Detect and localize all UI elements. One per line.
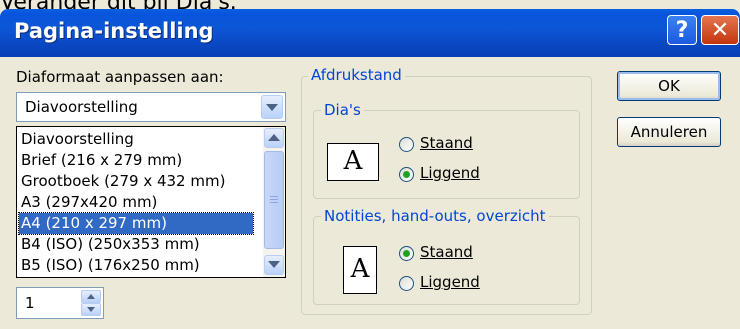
list-item[interactable]: Diavoorstelling — [19, 129, 253, 150]
spin-up-button[interactable] — [81, 290, 101, 303]
notes-landscape-label: Liggend — [420, 273, 480, 291]
landscape-page-icon: A — [327, 143, 379, 181]
radio-slides-landscape[interactable] — [399, 167, 414, 182]
slides-group-label: Dia's — [321, 101, 364, 119]
radio-notes-portrait[interactable] — [399, 246, 414, 261]
slide-size-combobox[interactable]: Diavoorstelling — [16, 92, 286, 122]
slides-landscape-label: Liggend — [420, 164, 480, 182]
chevron-down-icon — [266, 104, 278, 111]
spin-down-button[interactable] — [81, 303, 101, 316]
list-item[interactable]: A3 (297x420 mm) — [19, 192, 253, 213]
chevron-up-icon — [268, 134, 280, 141]
combo-value: Diavoorstelling — [25, 98, 138, 116]
combo-dropdown-button[interactable] — [261, 95, 283, 119]
chevron-down-icon — [268, 261, 280, 268]
spinner-value: 1 — [25, 294, 35, 312]
list-item[interactable]: Grootboek (279 x 432 mm) — [19, 171, 253, 192]
scroll-thumb[interactable] — [264, 151, 284, 249]
notes-group-label: Notities, hand-outs, overzicht — [321, 207, 549, 225]
radio-slides-portrait[interactable] — [399, 137, 414, 152]
scroll-up-button[interactable] — [264, 128, 284, 148]
grip-line — [270, 196, 278, 197]
help-icon: ? — [675, 18, 689, 43]
list-scrollbar[interactable] — [263, 127, 285, 277]
window-title: Pagina-instelling — [14, 19, 214, 43]
cancel-button[interactable]: Annuleren — [617, 117, 721, 147]
ok-button[interactable]: OK — [617, 71, 721, 101]
grip-line — [270, 202, 278, 203]
slide-size-list[interactable]: Diavoorstelling Brief (216 x 279 mm) Gro… — [16, 126, 286, 278]
close-icon: ✕ — [710, 18, 730, 43]
list-item[interactable]: Brief (216 x 279 mm) — [19, 150, 253, 171]
orientation-group-label: Afdrukstand — [308, 66, 405, 84]
close-button[interactable]: ✕ — [701, 15, 739, 45]
slide-size-label: Diaformaat aanpassen aan: — [16, 68, 224, 86]
number-spinner[interactable]: 1 — [16, 287, 104, 319]
slides-portrait-label: Staand — [420, 134, 473, 152]
list-item[interactable]: B5 (ISO) (176x250 mm) — [19, 255, 253, 276]
radio-notes-landscape[interactable] — [399, 276, 414, 291]
chevron-up-icon — [87, 294, 95, 299]
list-item-selected[interactable]: A4 (210 x 297 mm) — [18, 212, 254, 235]
list-item[interactable]: B4 (ISO) (250x353 mm) — [19, 234, 253, 255]
portrait-page-icon: A — [343, 246, 377, 294]
chevron-down-icon — [87, 307, 95, 312]
grip-line — [270, 199, 278, 200]
notes-portrait-label: Staand — [420, 243, 473, 261]
help-button[interactable]: ? — [667, 15, 697, 45]
scroll-down-button[interactable] — [264, 255, 284, 275]
